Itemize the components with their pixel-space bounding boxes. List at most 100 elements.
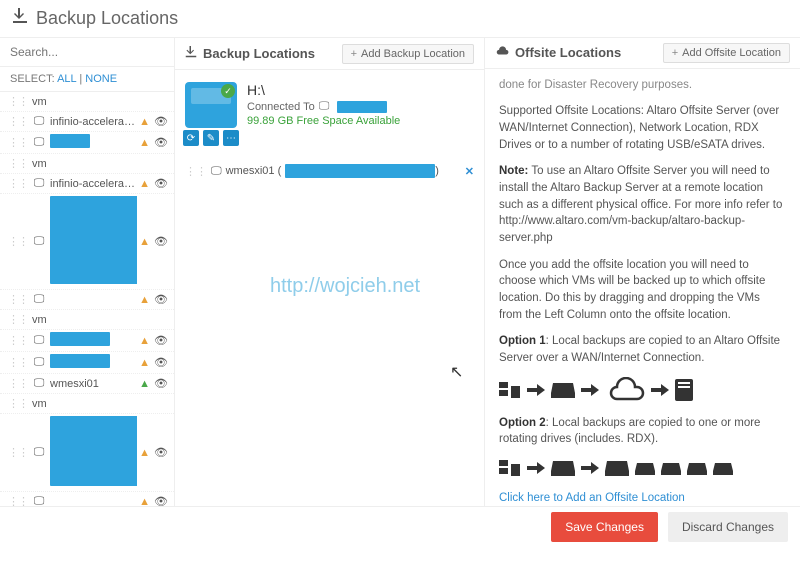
redacted-bar	[337, 101, 387, 113]
footer: Save Changes Discard Changes	[0, 506, 800, 546]
select-none-link[interactable]: NONE	[85, 73, 117, 85]
drag-handle-icon[interactable]: ⋮⋮	[8, 334, 28, 347]
warning-icon: ▲	[139, 496, 150, 507]
download-icon	[185, 46, 197, 61]
list-item[interactable]: ⋮⋮🖵▲👁	[0, 352, 174, 374]
list-item[interactable]: ⋮⋮vm	[0, 92, 174, 112]
list-item[interactable]: ⋮⋮ 🖵 ▲ 👁	[0, 414, 174, 492]
remove-mapping-button[interactable]: ✕	[465, 165, 474, 178]
monitor-icon: 🖵	[32, 293, 46, 306]
drive-connected-label: Connected To	[247, 101, 315, 113]
drag-handle-icon[interactable]: ⋮⋮	[8, 115, 28, 128]
offsite-opt2: Option 2: Local backups are copied to on…	[499, 415, 786, 448]
drive-card[interactable]: ✓ ⟳ ✎ ⋯ H:\ Connected To 🖵 99.89 GB Free…	[175, 70, 484, 140]
list-item[interactable]: ⋮⋮ vm	[0, 394, 174, 414]
drag-handle-icon[interactable]: ⋮⋮	[185, 165, 207, 178]
drag-handle-icon[interactable]: ⋮⋮	[8, 95, 28, 108]
backup-locations-title: Backup Locations	[203, 46, 315, 61]
backup-locations-column: Backup Locations +Add Backup Location ✓ …	[175, 38, 485, 506]
drag-handle-icon[interactable]: ⋮⋮	[8, 313, 28, 326]
arrow-right-icon	[527, 461, 545, 475]
monitor-icon: 🖵	[32, 377, 46, 390]
drag-handle-icon[interactable]: ⋮⋮	[8, 356, 28, 369]
drag-handle-icon[interactable]: ⋮⋮	[8, 397, 28, 410]
offsite-p1: Supported Offsite Locations: Altaro Offs…	[499, 103, 786, 153]
cursor-icon: ↖	[450, 362, 463, 382]
eye-icon[interactable]: 👁	[154, 495, 168, 506]
arrow-right-icon	[527, 383, 545, 397]
edit-icon[interactable]: ✎	[203, 130, 219, 146]
eye-icon[interactable]: 👁	[154, 446, 168, 459]
select-row: SELECT: ALL | NONE	[0, 67, 174, 92]
list-item[interactable]: ⋮⋮🖵▲👁	[0, 132, 174, 154]
warning-icon: ▲	[139, 294, 150, 306]
drag-handle-icon[interactable]: ⋮⋮	[8, 177, 28, 190]
eye-icon[interactable]: 👁	[154, 136, 168, 149]
servers-icon	[499, 380, 521, 400]
offsite-locations-column: Offsite Locations +Add Offsite Location …	[485, 38, 800, 506]
select-all-link[interactable]: ALL	[57, 73, 76, 85]
add-backup-location-button[interactable]: +Add Backup Location	[342, 44, 474, 64]
drive-icon	[687, 461, 707, 476]
drive-free-space: 99.89 GB Free Space Available	[247, 115, 400, 127]
list-item[interactable]: ⋮⋮🖵▲👁	[0, 330, 174, 352]
refresh-icon[interactable]: ⟳	[183, 130, 199, 146]
vm-label: infinio-acceleratorlabed…	[50, 116, 137, 128]
eye-icon[interactable]: 👁	[154, 177, 168, 190]
search-input[interactable]	[0, 38, 174, 67]
eye-icon[interactable]: 👁	[154, 377, 168, 390]
warning-icon: ▲	[139, 447, 150, 459]
eye-icon[interactable]: 👁	[154, 235, 168, 248]
add-offsite-location-button[interactable]: +Add Offsite Location	[663, 43, 790, 63]
warning-icon: ▲	[139, 357, 150, 369]
eye-icon[interactable]: 👁	[154, 334, 168, 347]
list-item[interactable]: ⋮⋮🖵▲👁	[0, 194, 174, 290]
server-icon	[675, 379, 693, 401]
add-offsite-link[interactable]: Click here to Add an Offsite Location	[499, 492, 685, 504]
check-icon: ✓	[221, 84, 235, 98]
mapped-vm-row[interactable]: ⋮⋮ 🖵 wmesxi01 ( ) ✕	[185, 164, 474, 178]
vm-icon: vm	[32, 398, 46, 410]
monitor-icon: 🖵	[32, 495, 46, 506]
drag-handle-icon[interactable]: ⋮⋮	[8, 136, 28, 149]
drive-icon: ✓ ⟳ ✎ ⋯	[185, 82, 237, 128]
eye-icon[interactable]: 👁	[154, 356, 168, 369]
vm-icon: vm	[32, 158, 46, 170]
list-item[interactable]: ⋮⋮🖵wmesxi01▲👁	[0, 374, 174, 394]
discard-button[interactable]: Discard Changes	[668, 512, 788, 542]
list-item[interactable]: ⋮⋮vm	[0, 310, 174, 330]
vm-label: infinio-acceleratorlabed…	[50, 178, 137, 190]
page-title: Backup Locations	[36, 8, 178, 29]
plus-icon: +	[672, 47, 678, 59]
plus-icon: +	[351, 48, 357, 60]
list-item[interactable]: ⋮⋮🖵infinio-acceleratorlabed…▲👁	[0, 112, 174, 132]
drag-handle-icon[interactable]: ⋮⋮	[8, 293, 28, 306]
drag-handle-icon[interactable]: ⋮⋮	[8, 446, 28, 459]
eye-icon[interactable]: 👁	[154, 293, 168, 306]
redacted-block	[50, 196, 137, 284]
list-item[interactable]: ⋮⋮ 🖵 ▲ 👁	[0, 290, 174, 310]
arrow-right-icon	[581, 461, 599, 475]
drag-handle-icon[interactable]: ⋮⋮	[8, 157, 28, 170]
offsite-p0: done for Disaster Recovery purposes.	[499, 77, 786, 94]
eye-icon[interactable]: 👁	[154, 115, 168, 128]
drive-icon	[551, 459, 575, 477]
offsite-locations-title: Offsite Locations	[515, 45, 621, 60]
warning-icon: ▲	[139, 137, 150, 149]
servers-icon	[499, 458, 521, 478]
arrow-right-icon	[581, 383, 599, 397]
more-icon[interactable]: ⋯	[223, 130, 239, 146]
vm-sidebar: SELECT: ALL | NONE ⋮⋮vm⋮⋮🖵infinio-accele…	[0, 38, 175, 506]
save-button[interactable]: Save Changes	[551, 512, 658, 542]
arrow-right-icon	[651, 383, 669, 397]
select-label: SELECT:	[10, 73, 55, 85]
list-item[interactable]: ⋮⋮ vm	[0, 154, 174, 174]
list-item[interactable]: ⋮⋮ 🖵 ▲ 👁	[0, 492, 174, 506]
monitor-icon: 🖵	[211, 165, 222, 178]
monitor-icon: 🖵	[32, 446, 46, 459]
warning-icon: ▲	[139, 236, 150, 248]
list-item[interactable]: ⋮⋮🖵infinio-acceleratorlabed…▲👁	[0, 174, 174, 194]
drag-handle-icon[interactable]: ⋮⋮	[8, 495, 28, 506]
drag-handle-icon[interactable]: ⋮⋮	[8, 377, 28, 390]
drag-handle-icon[interactable]: ⋮⋮	[8, 235, 28, 248]
